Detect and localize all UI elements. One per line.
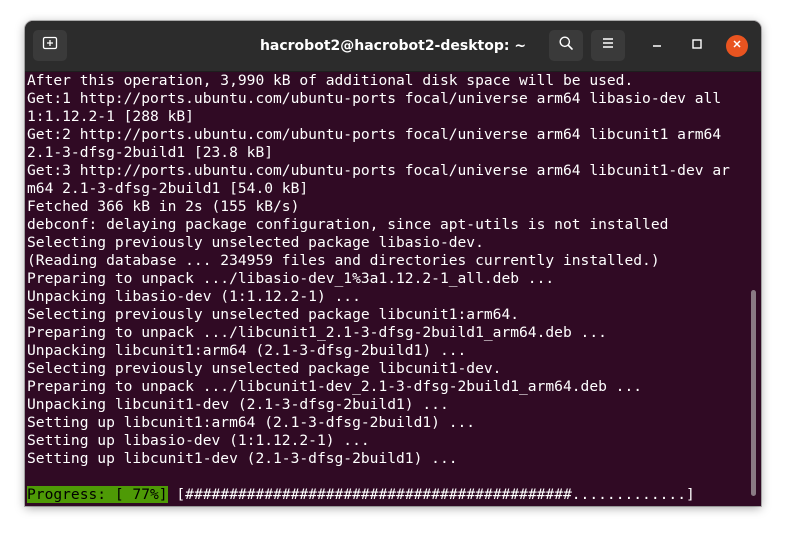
minimize-button[interactable] xyxy=(646,35,668,57)
search-icon xyxy=(558,35,574,56)
terminal-line: Unpacking libcunit1:arm64 (2.1-3-dfsg-2b… xyxy=(27,342,467,359)
terminal-line: m64 2.1-3-dfsg-2build1 [54.0 kB] xyxy=(27,180,309,197)
terminal-line: Preparing to unpack .../libcunit1-dev_2.… xyxy=(27,378,643,395)
terminal-line: 1:1.12.2-1 [288 kB] xyxy=(27,108,194,125)
close-button[interactable] xyxy=(726,35,748,57)
progress-label: Progress: [ 77%] xyxy=(27,486,168,503)
terminal-line: 2.1-3-dfsg-2build1 [23.8 kB] xyxy=(27,144,274,161)
terminal-window: hacrobot2@hacrobot2-desktop: ~ After thi… xyxy=(25,21,761,506)
terminal-line: Get:1 http://ports.ubuntu.com/ubuntu-por… xyxy=(27,90,722,107)
terminal-line: Setting up libcunit1-dev (2.1-3-dfsg-2bu… xyxy=(27,450,458,467)
terminal-line: debconf: delaying package configuration,… xyxy=(27,216,669,233)
terminal-line: Preparing to unpack .../libasio-dev_1%3a… xyxy=(27,270,555,287)
menu-button[interactable] xyxy=(591,30,625,61)
maximize-button[interactable] xyxy=(686,35,708,57)
terminal-line: Setting up libasio-dev (1:1.12.2-1) ... xyxy=(27,432,370,449)
terminal-output-area[interactable]: After this operation, 3,990 kB of additi… xyxy=(25,72,761,506)
terminal-line: Setting up libcunit1:arm64 (2.1-3-dfsg-2… xyxy=(27,414,476,431)
search-button[interactable] xyxy=(549,30,583,61)
maximize-icon xyxy=(691,37,703,55)
progress-row: Progress: [ 77%] [######################… xyxy=(27,486,695,504)
terminal-line: Get:3 http://ports.ubuntu.com/ubuntu-por… xyxy=(27,162,730,179)
minimize-icon xyxy=(651,37,663,55)
terminal-line: Fetched 366 kB in 2s (155 kB/s) xyxy=(27,198,300,215)
terminal-line: Unpacking libasio-dev (1:1.12.2-1) ... xyxy=(27,288,361,305)
progress-bar: [#######################################… xyxy=(176,486,695,503)
terminal-line: (Reading database ... 234959 files and d… xyxy=(27,252,660,269)
terminal-line: Selecting previously unselected package … xyxy=(27,360,502,377)
new-tab-button[interactable] xyxy=(33,30,67,61)
terminal-lines: After this operation, 3,990 kB of additi… xyxy=(27,72,730,468)
terminal-line: Preparing to unpack .../libcunit1_2.1-3-… xyxy=(27,324,607,341)
title-bar[interactable]: hacrobot2@hacrobot2-desktop: ~ xyxy=(25,21,761,72)
scrollbar-thumb[interactable] xyxy=(751,290,756,496)
terminal-line: Selecting previously unselected package … xyxy=(27,306,520,323)
terminal-line: Get:2 http://ports.ubuntu.com/ubuntu-por… xyxy=(27,126,722,143)
new-tab-icon xyxy=(42,35,58,56)
hamburger-menu-icon xyxy=(600,35,616,56)
terminal-line: After this operation, 3,990 kB of additi… xyxy=(27,72,634,89)
terminal-line: Selecting previously unselected package … xyxy=(27,234,484,251)
close-icon xyxy=(731,37,743,55)
terminal-line: Unpacking libcunit1-dev (2.1-3-dfsg-2bui… xyxy=(27,396,449,413)
